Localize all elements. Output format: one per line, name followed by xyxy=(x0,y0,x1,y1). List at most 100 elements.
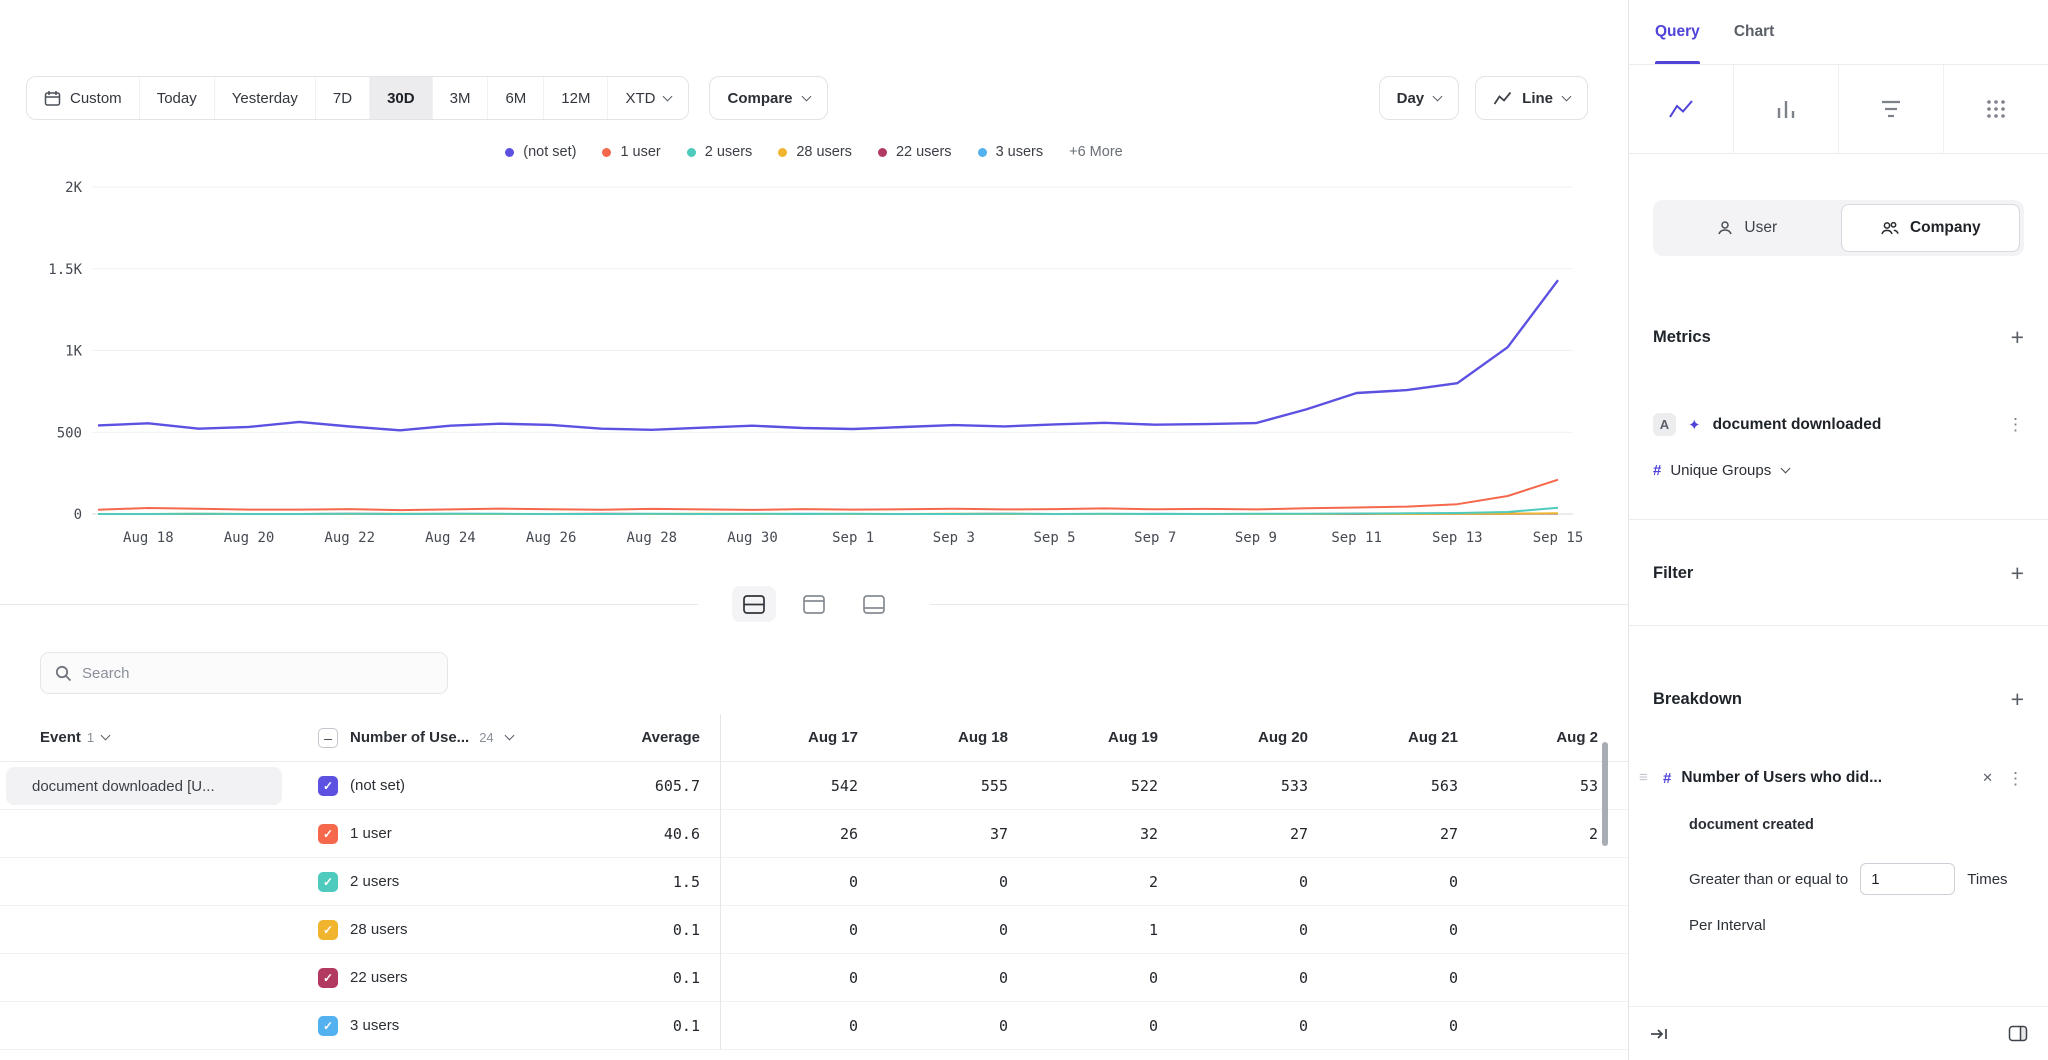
toggle-user[interactable]: User xyxy=(1657,204,1837,252)
chart-type-bar-icon[interactable] xyxy=(1733,65,1838,153)
legend-item[interactable]: 1 user xyxy=(602,144,660,160)
table-scrollbar[interactable] xyxy=(1602,742,1608,846)
chart-type-more-icon[interactable] xyxy=(1943,65,2048,153)
chevron-down-icon xyxy=(801,91,811,101)
cell-value: 0 xyxy=(870,1017,1020,1035)
row-checkbox[interactable]: ✓ xyxy=(318,872,338,892)
collapse-panel-button[interactable] xyxy=(1649,1026,1669,1042)
range-6m-button[interactable]: 6M xyxy=(487,77,543,119)
svg-text:Sep 5: Sep 5 xyxy=(1033,530,1075,546)
legend-label: 3 users xyxy=(996,144,1044,160)
metric-menu-button[interactable]: ⋮ xyxy=(2007,416,2024,433)
layout-toggle-row xyxy=(0,582,1628,626)
table-row: ✓2 users1.500200 xyxy=(0,858,1628,906)
cell-value: 27 xyxy=(1170,825,1320,843)
table-row: ✓1 user40.626373227272 xyxy=(0,810,1628,858)
series-label: 2 users xyxy=(350,873,399,890)
svg-text:Sep 3: Sep 3 xyxy=(933,530,975,546)
legend-item[interactable]: 3 users xyxy=(978,144,1044,160)
row-checkbox[interactable]: ✓ xyxy=(318,968,338,988)
series-1-user xyxy=(98,480,1558,510)
series-header-label: Number of Use... xyxy=(350,729,469,746)
row-checkbox[interactable]: ✓ xyxy=(318,776,338,796)
tab-query[interactable]: Query xyxy=(1655,0,1700,64)
compare-label: Compare xyxy=(727,90,792,107)
svg-text:Sep 13: Sep 13 xyxy=(1432,530,1483,546)
add-breakdown-button[interactable]: + xyxy=(2011,688,2024,711)
chart-type-line-icon[interactable] xyxy=(1629,65,1733,153)
line-chart: 05001K1.5K2KAug 18Aug 20Aug 22Aug 24Aug … xyxy=(8,166,1608,556)
range-yesterday-button[interactable]: Yesterday xyxy=(214,77,315,119)
metric-item[interactable]: A ✦ document downloaded ⋮ # Unique Group… xyxy=(1653,413,2024,479)
legend-item[interactable]: 22 users xyxy=(878,144,952,160)
series-cell: ✓28 users xyxy=(292,920,532,940)
legend-label: 1 user xyxy=(620,144,660,160)
condition-operator[interactable]: Greater than or equal to xyxy=(1689,871,1848,888)
breakdown-condition: Greater than or equal to Times xyxy=(1663,863,2024,895)
series-column-header[interactable]: –Number of Use... 24 xyxy=(292,728,532,748)
row-checkbox[interactable]: ✓ xyxy=(318,1016,338,1036)
per-interval-dropdown[interactable]: Per Interval xyxy=(1663,917,2024,934)
range-today-button[interactable]: Today xyxy=(139,77,214,119)
date-range-group: Custom TodayYesterday7D30D3M6M12MXTD xyxy=(26,76,689,120)
split-horizontal-icon xyxy=(743,595,765,614)
cell-value: 0 xyxy=(1020,969,1170,987)
select-all-checkbox[interactable]: – xyxy=(318,728,338,748)
chart-type-button[interactable]: Line xyxy=(1475,76,1588,120)
legend-item[interactable]: (not set) xyxy=(505,144,576,160)
date-column-header: Aug 18 xyxy=(870,729,1020,746)
measure-label: Unique Groups xyxy=(1670,462,1771,479)
add-filter-button[interactable]: + xyxy=(2011,562,2024,585)
metric-measure-dropdown[interactable]: # Unique Groups xyxy=(1653,462,2024,479)
legend-item[interactable]: 2 users xyxy=(687,144,753,160)
range-custom-button[interactable]: Custom xyxy=(27,77,139,119)
search-input[interactable] xyxy=(82,665,433,682)
layout-table-only-button[interactable] xyxy=(852,586,896,622)
svg-text:Aug 30: Aug 30 xyxy=(727,530,778,546)
cell-value: 542 xyxy=(720,777,870,795)
legend-more[interactable]: +6 More xyxy=(1069,144,1123,160)
entity-toggle: User Company xyxy=(1653,200,2024,256)
layout-chart-top-button[interactable] xyxy=(792,586,836,622)
panel-toggle-button[interactable] xyxy=(2008,1025,2028,1042)
cell-value: 0 xyxy=(720,1017,870,1035)
event-count: 1 xyxy=(87,730,94,745)
toggle-company-label: Company xyxy=(1910,219,1981,237)
breakdown-event[interactable]: document created xyxy=(1663,817,2024,833)
row-checkbox[interactable]: ✓ xyxy=(318,920,338,940)
chart-top-icon xyxy=(803,595,825,614)
table-row: ✓22 users0.100000 xyxy=(0,954,1628,1002)
layout-split-button[interactable] xyxy=(732,586,776,622)
average-value: 0.1 xyxy=(532,921,720,939)
chart-toolbar: Custom TodayYesterday7D30D3M6M12MXTD Comp… xyxy=(26,76,1588,120)
chart-type-funnel-icon[interactable] xyxy=(1838,65,1943,153)
event-column-header[interactable]: Event1 xyxy=(0,729,292,746)
range-30d-button[interactable]: 30D xyxy=(369,77,432,119)
drag-handle-icon[interactable]: ≡ xyxy=(1639,769,1648,786)
toggle-company[interactable]: Company xyxy=(1841,204,2021,252)
row-checkbox[interactable]: ✓ xyxy=(318,824,338,844)
event-row[interactable]: document downloaded [U... xyxy=(6,767,282,805)
range-7d-button[interactable]: 7D xyxy=(315,77,369,119)
condition-value-input[interactable] xyxy=(1860,863,1955,895)
frozen-column-divider xyxy=(720,714,721,1050)
granularity-button[interactable]: Day xyxy=(1379,76,1460,120)
cell-value: 1 xyxy=(1020,921,1170,939)
range-xtd-button[interactable]: XTD xyxy=(607,77,688,119)
legend-item[interactable]: 28 users xyxy=(778,144,852,160)
compare-button[interactable]: Compare xyxy=(709,76,827,120)
metrics-title: Metrics xyxy=(1653,328,1711,347)
chart-area: 05001K1.5K2KAug 18Aug 20Aug 22Aug 24Aug … xyxy=(0,166,1628,556)
series-count: 24 xyxy=(479,730,493,745)
breakdown-card: ≡ # Number of Users who did... ✕ ⋮ docum… xyxy=(1653,769,2024,934)
range-12m-button[interactable]: 12M xyxy=(543,77,607,119)
range-custom-label: Custom xyxy=(70,90,122,107)
remove-breakdown-button[interactable]: ✕ xyxy=(1982,770,1993,786)
cell-value: 563 xyxy=(1320,777,1470,795)
range-3m-button[interactable]: 3M xyxy=(432,77,488,119)
add-metric-button[interactable]: + xyxy=(2011,326,2024,349)
breakdown-menu-button[interactable]: ⋮ xyxy=(2007,770,2024,787)
tab-chart[interactable]: Chart xyxy=(1734,0,1774,64)
cell-value: 32 xyxy=(1020,825,1170,843)
company-icon xyxy=(1880,219,1900,237)
